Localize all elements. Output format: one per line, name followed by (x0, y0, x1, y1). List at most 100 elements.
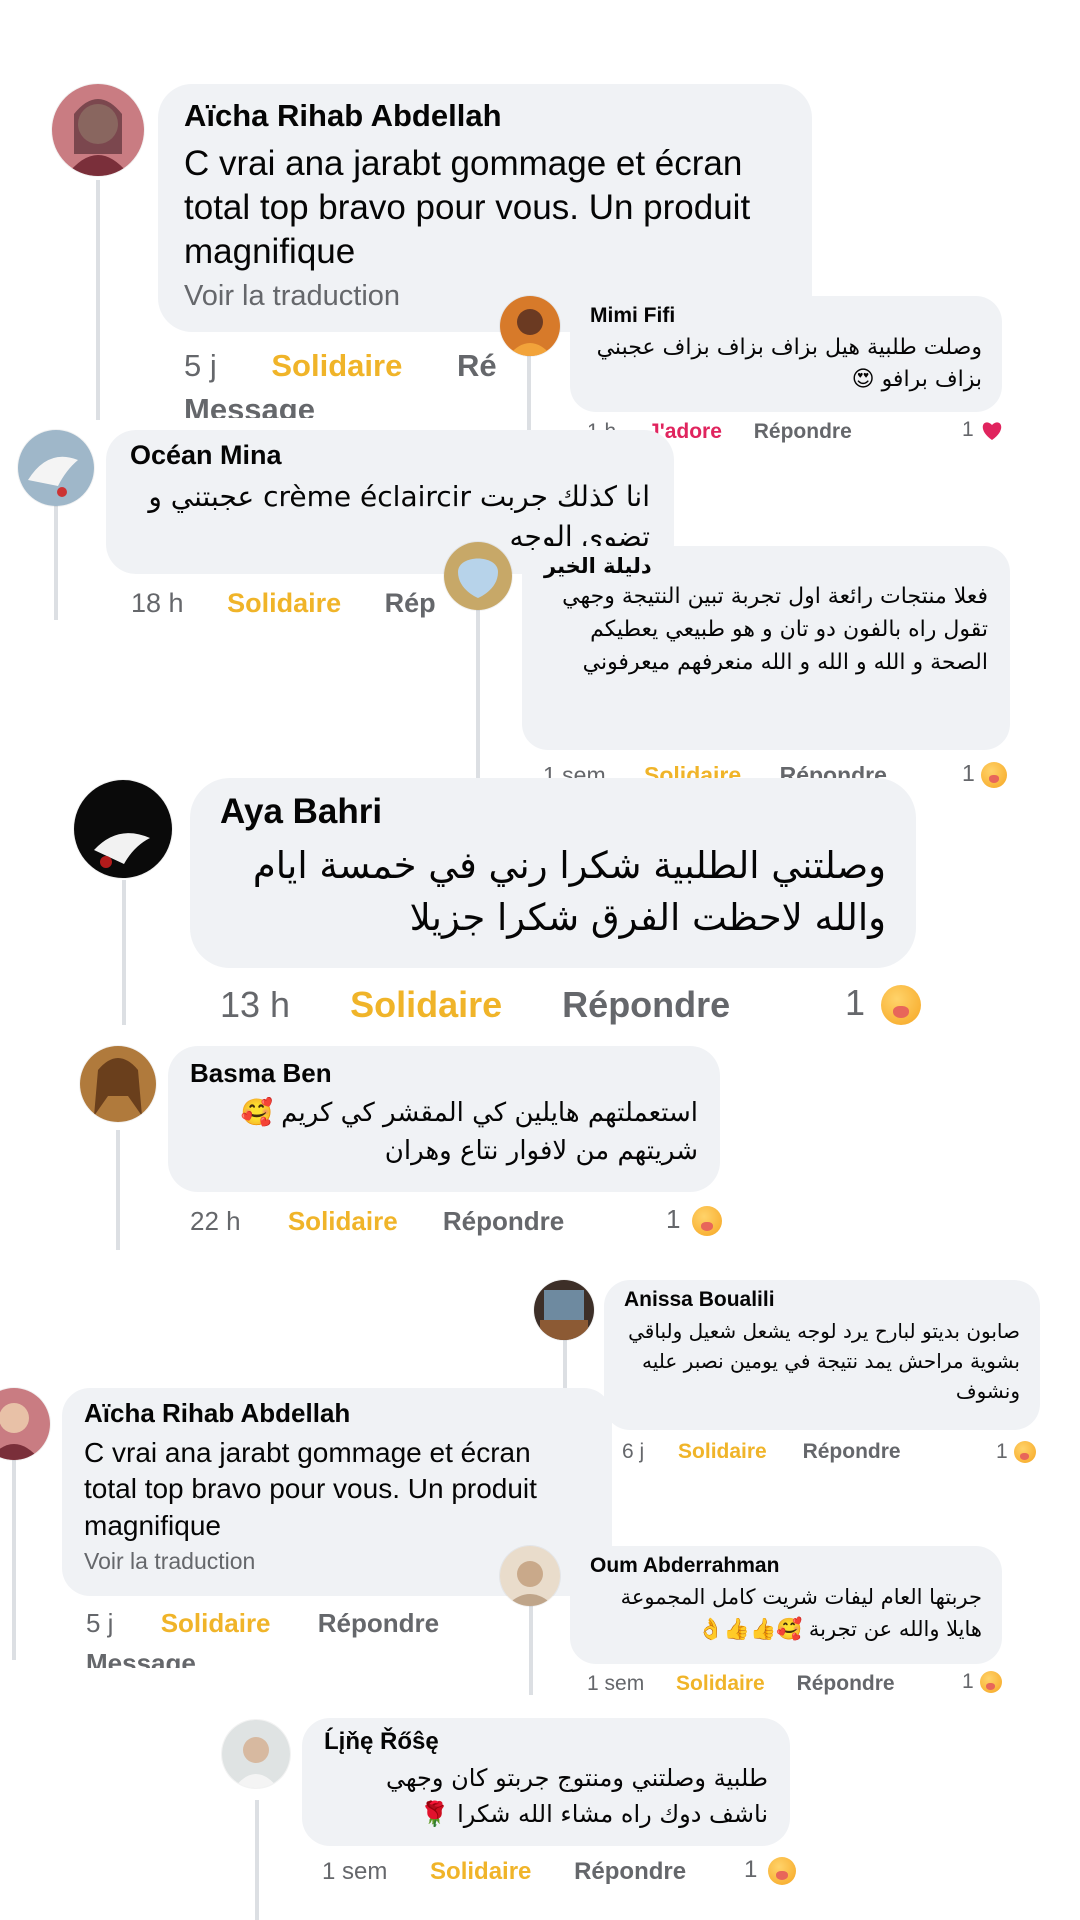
thread-line (96, 180, 100, 420)
comment-bubble[interactable]: Aya Bahri وصلتني الطلبية شكرا رني في خمس… (190, 778, 916, 968)
reaction-count-value: 1 (744, 1856, 758, 1883)
timestamp: 6 j (622, 1440, 645, 1463)
comment-actions: 13 h Solidaire Répondre (220, 984, 730, 1026)
author-name[interactable]: Aïcha Rihab Abdellah (84, 1398, 590, 1429)
avatar[interactable] (222, 1720, 290, 1788)
comment-text: استعملتهم هايلين كي المقشر كي كريم 🥰 شري… (240, 1098, 698, 1166)
thinking-face-icon (981, 761, 1008, 788)
reaction-count[interactable]: 1 (666, 1204, 722, 1237)
reply-button[interactable]: Répondre (754, 420, 852, 444)
reply-button[interactable]: Répondre (318, 1608, 439, 1639)
comment-bubble[interactable]: Basma Ben استعملتهم هايلين كي المقشر كي … (168, 1046, 720, 1192)
thread-line (54, 505, 58, 620)
timestamp: 5 j (86, 1608, 114, 1638)
author-name[interactable]: Basma Ben (190, 1058, 698, 1089)
timestamp: 1 sem (587, 1672, 645, 1695)
reaction-count[interactable]: 1 (845, 982, 922, 1026)
comment-text: طلبية وصلتني ومنتوج جربتو كان وجهي ناشف … (385, 1764, 768, 1828)
comment-bubble[interactable]: دليلة الخير فعلا منتجات رائعة اول تجربة … (522, 546, 1010, 750)
comment-text: C vrai ana jarabt gommage et écran total… (184, 144, 751, 272)
solidaire-button[interactable]: Solidaire (271, 348, 402, 384)
comment-actions: 5 j Solidaire Ré (184, 348, 497, 384)
comment-bubble[interactable]: Oum Abderrahman جربتها العام ليفات شريت … (570, 1546, 1002, 1664)
reaction-count-value: 1 (962, 1670, 974, 1693)
reply-button[interactable]: Rép (385, 588, 436, 619)
author-name[interactable]: Mimi Fifi (590, 304, 982, 328)
reaction-count[interactable]: 1 (962, 418, 1004, 442)
reply-button[interactable]: Répondre (574, 1858, 686, 1886)
reaction-count-value: 1 (845, 982, 866, 1023)
reaction-count[interactable]: 1 (744, 1856, 797, 1885)
solidaire-button[interactable]: Solidaire (161, 1608, 271, 1639)
solidaire-button[interactable]: Solidaire (678, 1440, 767, 1464)
author-name[interactable]: دليلة الخير (544, 554, 988, 578)
solidaire-button[interactable]: Solidaire (676, 1672, 765, 1696)
comment-text: وصلت طلبية هيل بزاف بزاف بزاف عجبني بزاف… (596, 335, 982, 392)
comment-actions: 18 h Solidaire Rép (131, 588, 436, 619)
timestamp: 18 h (131, 588, 184, 618)
thread-line (12, 1440, 16, 1660)
solidaire-button[interactable]: Solidaire (288, 1206, 398, 1237)
thread-line (122, 880, 126, 1025)
solidaire-button[interactable]: Solidaire (350, 984, 502, 1026)
avatar[interactable] (500, 1546, 560, 1606)
comment-text: انا كذلك جربت crème éclaircir عجبتني و ت… (148, 480, 650, 553)
avatar[interactable] (74, 780, 172, 878)
comment-text: جربتها العام ليفات شريت كامل المجموعة ها… (620, 1585, 982, 1641)
reply-button[interactable]: Ré (457, 348, 497, 384)
comment-text: C vrai ana jarabt gommage et écran total… (84, 1437, 537, 1541)
author-name[interactable]: Anissa Boualili (624, 1288, 1020, 1312)
comment-bubble[interactable]: Anissa Boualili صابون بديتو لبارح يرد لو… (604, 1280, 1040, 1430)
message-button[interactable]: Message (184, 392, 315, 418)
author-name[interactable]: Oum Abderrahman (590, 1554, 982, 1578)
comment-actions: 1 sem Solidaire Répondre (587, 1672, 895, 1696)
thread-line (255, 1800, 259, 1920)
thinking-face-icon (881, 985, 922, 1026)
avatar[interactable] (80, 1046, 156, 1122)
comment-actions: 1 sem Solidaire Répondre (322, 1858, 686, 1886)
author-name[interactable]: Océan Mina (130, 440, 650, 471)
thinking-face-icon (768, 1856, 797, 1885)
reply-button[interactable]: Répondre (803, 1440, 901, 1464)
avatar[interactable] (0, 1388, 50, 1460)
reaction-count-value: 1 (996, 1440, 1008, 1463)
heart-icon (980, 419, 1004, 441)
solidaire-button[interactable]: Solidaire (430, 1858, 531, 1886)
reaction-count[interactable]: 1 (996, 1440, 1036, 1464)
comment-actions: 5 j Solidaire Répondre (86, 1608, 439, 1639)
avatar[interactable] (444, 542, 512, 610)
timestamp: 1 sem (322, 1858, 388, 1885)
avatar[interactable] (500, 296, 560, 356)
reaction-count[interactable]: 1 (962, 760, 1008, 788)
comment-text: فعلا منتجات رائعة اول تجربة تبين النتيجة… (562, 584, 988, 675)
message-button[interactable]: Message (86, 1648, 196, 1668)
avatar[interactable] (534, 1280, 594, 1340)
reply-button[interactable]: Répondre (797, 1672, 895, 1696)
comment-bubble[interactable]: Ĺįňę Řőŝę طلبية وصلتني ومنتوج جربتو كان … (302, 1718, 790, 1846)
reaction-count-value: 1 (962, 418, 974, 441)
comment-bubble[interactable]: Aïcha Rihab Abdellah C vrai ana jarabt g… (158, 84, 812, 332)
reaction-count-value: 1 (962, 760, 975, 786)
comment-actions: 6 j Solidaire Répondre (622, 1440, 901, 1464)
author-name[interactable]: Aïcha Rihab Abdellah (184, 98, 786, 134)
reaction-count-value: 1 (666, 1204, 681, 1234)
timestamp: 22 h (190, 1206, 241, 1236)
comment-bubble[interactable]: Mimi Fifi وصلت طلبية هيل بزاف بزاف بزاف … (570, 296, 1002, 412)
avatar[interactable] (18, 430, 94, 506)
solidaire-button[interactable]: Solidaire (227, 588, 341, 619)
reaction-count[interactable]: 1 (962, 1670, 1002, 1694)
reply-button[interactable]: Répondre (562, 984, 730, 1026)
author-name[interactable]: Ĺįňę Řőŝę (324, 1728, 768, 1756)
comment-text: وصلتني الطلبية شكرا رني في خمسة ايام وال… (252, 844, 886, 939)
thinking-face-icon (979, 1671, 1002, 1694)
thinking-face-icon (1013, 1441, 1036, 1464)
avatar[interactable] (52, 84, 144, 176)
comment-text: صابون بديتو لبارح يرد لوجه يشعل شعيل ولب… (628, 1319, 1020, 1403)
thread-line (116, 1130, 120, 1250)
comment-actions: 22 h Solidaire Répondre (190, 1206, 564, 1237)
timestamp: 5 j (184, 348, 217, 383)
author-name[interactable]: Aya Bahri (220, 792, 886, 832)
timestamp: 13 h (220, 984, 291, 1025)
reply-button[interactable]: Répondre (443, 1206, 564, 1237)
thinking-face-icon (691, 1206, 722, 1237)
